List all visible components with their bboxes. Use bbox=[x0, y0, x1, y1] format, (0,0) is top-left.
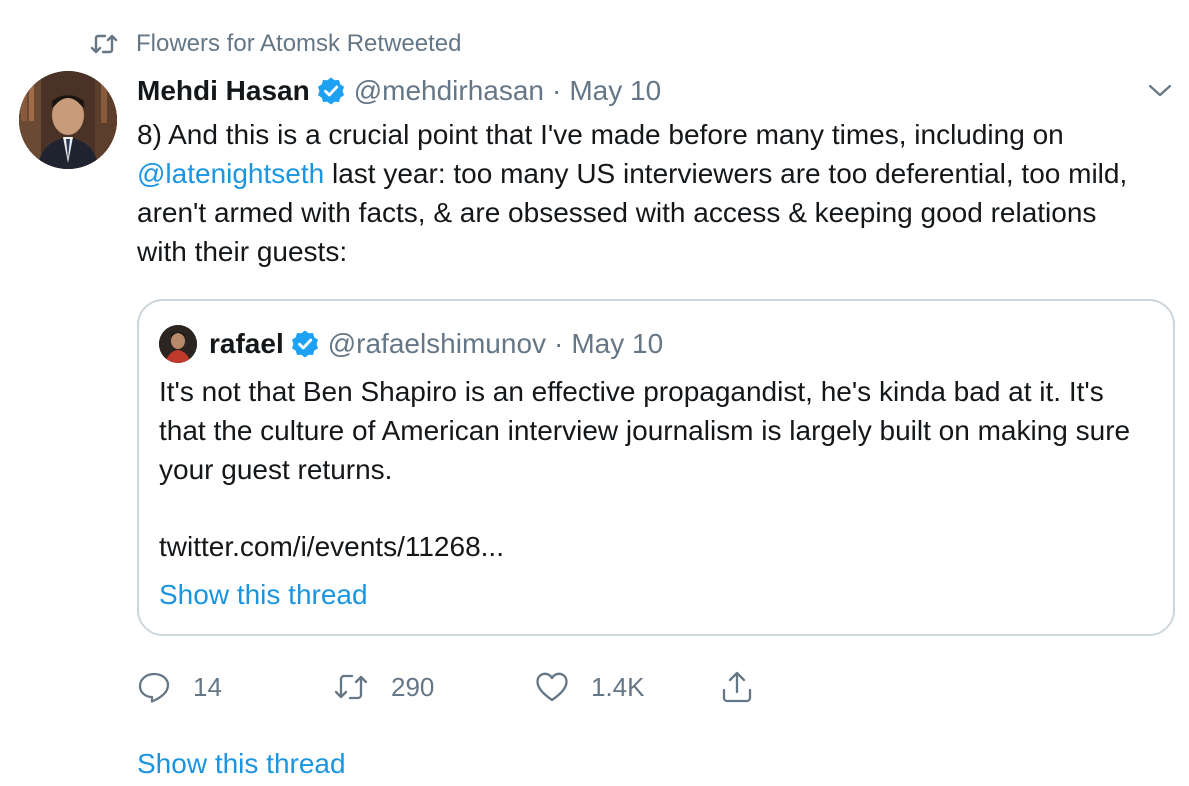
tweet-text-part: 8) And this is a crucial point that I've… bbox=[137, 119, 1064, 150]
show-thread-link[interactable]: Show this thread bbox=[137, 748, 346, 780]
verified-badge-icon bbox=[290, 329, 320, 359]
like-count: 1.4K bbox=[591, 671, 645, 702]
quote-link[interactable]: twitter.com/i/events/11268... bbox=[159, 531, 504, 563]
tweet-actions: 14 290 1.4K bbox=[137, 667, 837, 707]
reply-icon bbox=[138, 672, 170, 703]
retweet-icon bbox=[334, 674, 368, 700]
verified-badge-icon bbox=[316, 76, 346, 106]
header-separator: · bbox=[552, 75, 562, 106]
retweet-icon bbox=[90, 32, 118, 56]
like-button[interactable]: 1.4K bbox=[535, 667, 645, 707]
retweet-button[interactable]: 290 bbox=[333, 667, 434, 707]
tweet-text: 8) And this is a crucial point that I've… bbox=[137, 115, 1147, 271]
reply-button[interactable]: 14 bbox=[137, 667, 222, 707]
tweet-header: Mehdi Hasan @mehdirhasan · May 10 bbox=[137, 72, 661, 110]
quote-text: It's not that Ben Shapiro is an effectiv… bbox=[159, 376, 1131, 485]
mention-link[interactable]: @latenightseth bbox=[137, 158, 324, 189]
quote-date[interactable]: May 10 bbox=[571, 328, 663, 360]
quote-show-thread-link[interactable]: Show this thread bbox=[159, 579, 368, 611]
share-icon bbox=[722, 671, 752, 703]
share-button[interactable] bbox=[721, 667, 775, 707]
retweet-context-label: Flowers for Atomsk Retweeted bbox=[136, 30, 462, 57]
reply-count: 14 bbox=[193, 671, 222, 702]
quote-author-name[interactable]: rafael bbox=[209, 328, 284, 360]
retweet-context[interactable]: Flowers for Atomsk Retweeted bbox=[90, 29, 461, 59]
heart-icon bbox=[536, 672, 568, 702]
tweet-date[interactable]: May 10 bbox=[569, 75, 661, 107]
quote-header: rafael @rafaelshimunov · May 10 bbox=[159, 325, 663, 363]
avatar[interactable] bbox=[19, 71, 117, 169]
chevron-down-icon[interactable] bbox=[1145, 78, 1175, 102]
retweet-count: 290 bbox=[391, 671, 435, 702]
quote-author-handle[interactable]: @rafaelshimunov bbox=[328, 328, 546, 360]
quote-avatar bbox=[159, 325, 197, 363]
author-name[interactable]: Mehdi Hasan bbox=[137, 75, 310, 107]
author-handle[interactable]: @mehdirhasan bbox=[354, 75, 544, 107]
quote-tweet-card[interactable]: rafael @rafaelshimunov · May 10 It's not… bbox=[137, 299, 1175, 636]
quote-header-separator: · bbox=[554, 328, 564, 359]
